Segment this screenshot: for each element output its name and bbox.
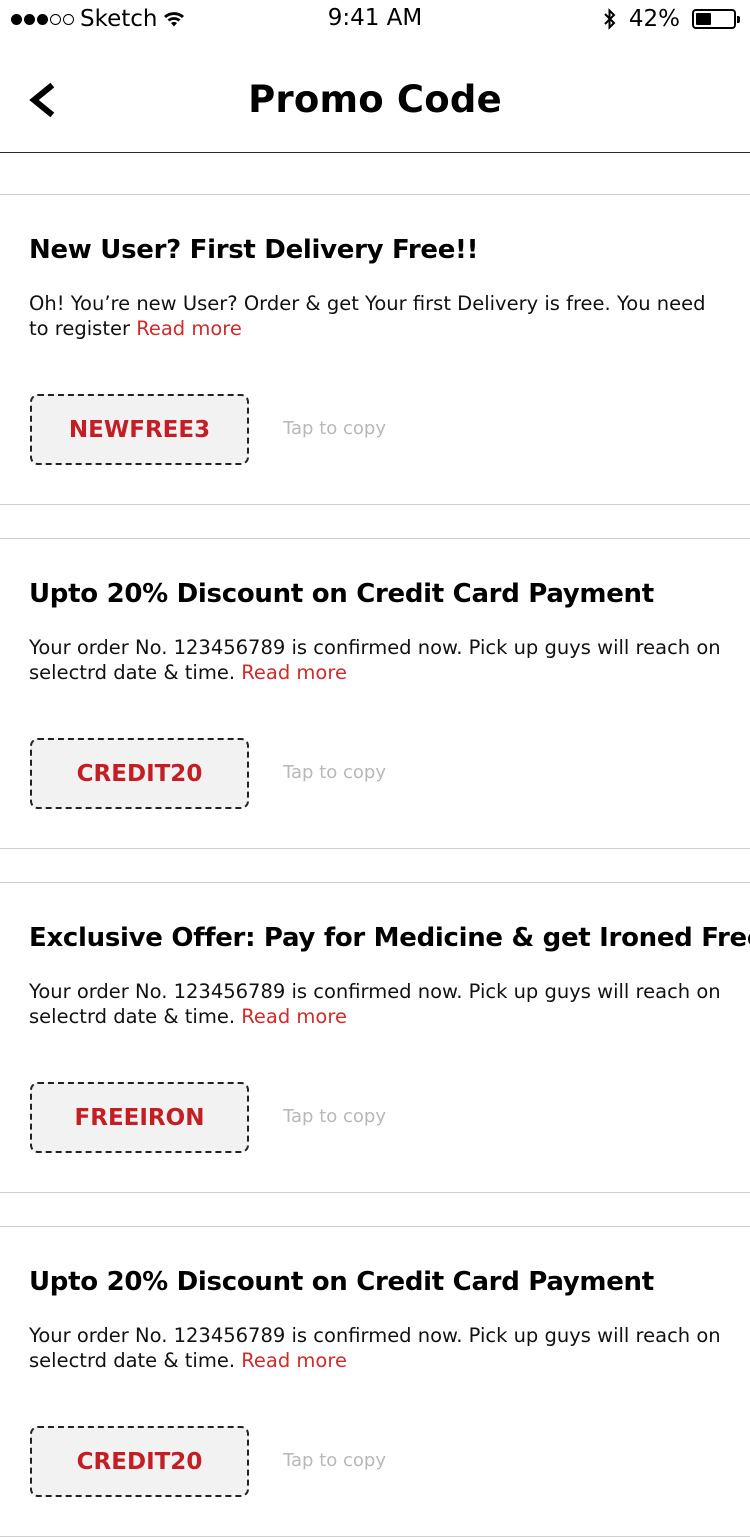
promo-code-box[interactable]: NEWFREE3	[30, 394, 249, 465]
promo-list: New User? First Delivery Free!! Oh! You’…	[0, 153, 750, 1537]
promo-title: Upto 20% Discount on Credit Card Payment	[29, 579, 654, 609]
nav-bar: Promo Code	[0, 40, 750, 153]
read-more-link[interactable]: Read more	[136, 317, 242, 340]
promo-description: Your order No. 123456789 is confirmed no…	[29, 979, 729, 1029]
battery-percentage: 42%	[628, 6, 680, 32]
promo-title: New User? First Delivery Free!!	[29, 235, 479, 265]
promo-description-text: Your order No. 123456789 is confirmed no…	[29, 1324, 721, 1372]
battery-fill	[696, 13, 711, 25]
read-more-link[interactable]: Read more	[241, 1005, 347, 1028]
page-title: Promo Code	[248, 78, 502, 121]
list-spacer	[0, 849, 750, 883]
status-right: 42%	[603, 6, 740, 32]
promo-description-text: Oh! You’re new User? Order & get Your fi…	[29, 292, 706, 340]
promo-card: Exclusive Offer: Pay for Medicine & get …	[0, 883, 750, 1193]
tap-to-copy-button[interactable]: Tap to copy	[283, 418, 386, 439]
read-more-link[interactable]: Read more	[241, 661, 347, 684]
battery-nub	[737, 16, 740, 23]
status-bar: Sketch 9:41 AM 42%	[0, 0, 750, 40]
promo-description: Oh! You’re new User? Order & get Your fi…	[29, 291, 729, 341]
promo-card: Upto 20% Discount on Credit Card Payment…	[0, 1227, 750, 1537]
promo-description-text: Your order No. 123456789 is confirmed no…	[29, 636, 721, 684]
promo-code-box[interactable]: CREDIT20	[30, 738, 249, 809]
battery-icon	[692, 9, 740, 29]
tap-to-copy-button[interactable]: Tap to copy	[283, 762, 386, 783]
promo-code-box[interactable]: CREDIT20	[30, 1426, 249, 1497]
read-more-link[interactable]: Read more	[241, 1349, 347, 1372]
promo-description: Your order No. 123456789 is confirmed no…	[29, 635, 729, 685]
promo-title: Exclusive Offer: Pay for Medicine & get …	[29, 923, 750, 953]
promo-code-box[interactable]: FREEIRON	[30, 1082, 249, 1153]
promo-description-text: Your order No. 123456789 is confirmed no…	[29, 980, 721, 1028]
tap-to-copy-button[interactable]: Tap to copy	[283, 1450, 386, 1471]
promo-description: Your order No. 123456789 is confirmed no…	[29, 1323, 729, 1373]
promo-card: Upto 20% Discount on Credit Card Payment…	[0, 539, 750, 849]
list-spacer	[0, 505, 750, 539]
list-spacer	[0, 153, 750, 195]
promo-title: Upto 20% Discount on Credit Card Payment	[29, 1267, 654, 1297]
promo-card: New User? First Delivery Free!! Oh! You’…	[0, 195, 750, 505]
list-spacer	[0, 1193, 750, 1227]
bluetooth-icon	[604, 8, 616, 30]
tap-to-copy-button[interactable]: Tap to copy	[283, 1106, 386, 1127]
